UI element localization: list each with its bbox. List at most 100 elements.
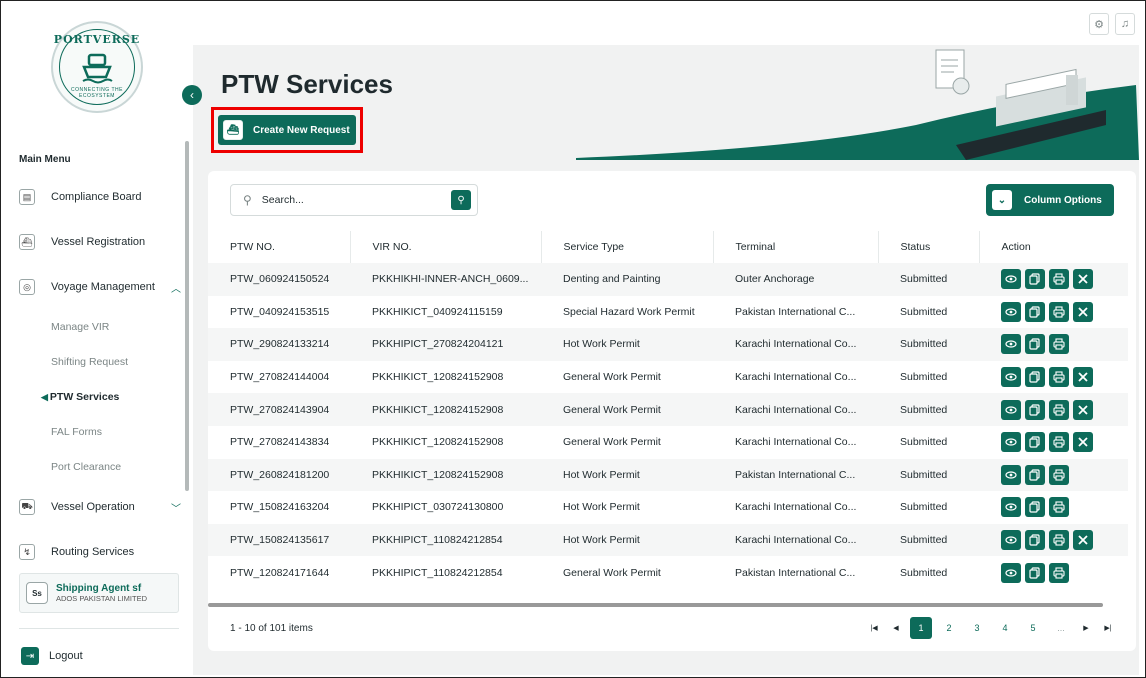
- last-page-icon[interactable]: ▶|: [1100, 617, 1116, 639]
- print-icon[interactable]: [1049, 432, 1069, 453]
- column-header-status[interactable]: Status: [878, 231, 980, 263]
- sidebar-subitem-manage-vir[interactable]: Manage VIR: [51, 321, 109, 333]
- next-page-icon[interactable]: ▶: [1078, 617, 1094, 639]
- column-header-service-type[interactable]: Service Type: [541, 231, 714, 263]
- sidebar-subitem-port-clearance[interactable]: Port Clearance: [51, 461, 121, 473]
- logout-button[interactable]: ⇥ Logout: [21, 647, 83, 665]
- copy-document-icon[interactable]: [1025, 464, 1045, 485]
- table-horizontal-scrollbar[interactable]: [208, 603, 1103, 607]
- print-icon[interactable]: [1049, 367, 1069, 388]
- agent-avatar: Ss: [26, 582, 48, 604]
- cancel-close-icon[interactable]: [1073, 269, 1093, 290]
- print-icon[interactable]: [1049, 497, 1069, 518]
- page-button-3[interactable]: 3: [966, 617, 988, 639]
- clipboard-icon: ▤: [19, 189, 35, 205]
- service-type-cell: Hot Work Permit: [541, 523, 713, 557]
- sidebar-item-compliance-board[interactable]: ▤ Compliance Board: [19, 184, 181, 210]
- table-row[interactable]: PTW_150824163204 PKKHIPICT_030724130800 Ho…: [208, 491, 1128, 524]
- column-header-vir-no[interactable]: VIR NO.: [350, 231, 542, 263]
- table-row[interactable]: PTW_260824181200 PKKHIKICT_120824152908 Ho…: [208, 458, 1128, 492]
- view-eye-icon[interactable]: [1001, 530, 1021, 551]
- search-submit-button[interactable]: ⚲: [451, 190, 471, 210]
- sidebar-subitem-ptw-services[interactable]: ◀ PTW Services: [41, 391, 119, 403]
- copy-document-icon[interactable]: [1025, 367, 1045, 388]
- row-actions: [1001, 399, 1128, 420]
- view-eye-icon[interactable]: [1001, 399, 1021, 420]
- table-row[interactable]: PTW_040924153515 PKKHIKICT_040924115159 Sp…: [208, 296, 1128, 329]
- cancel-close-icon[interactable]: [1073, 367, 1093, 388]
- cancel-close-icon[interactable]: [1073, 301, 1093, 322]
- ptw-no-cell: PTW_120824171644: [230, 566, 330, 579]
- table-row[interactable]: PTW_150824135617 PKKHIPICT_110824212854 Ho…: [208, 523, 1128, 557]
- table-row[interactable]: PTW_120824171644 PKKHIPICT_110824212854 Ge…: [208, 556, 1128, 589]
- sidebar-item-routing-services[interactable]: ↯ Routing Services: [19, 539, 181, 565]
- settings-gear-icon[interactable]: ⚙: [1089, 13, 1109, 35]
- column-header-ptw-no[interactable]: PTW NO.: [208, 231, 351, 263]
- cancel-close-icon[interactable]: [1073, 399, 1093, 420]
- copy-document-icon[interactable]: [1025, 269, 1045, 290]
- notification-bell-icon[interactable]: ♫: [1115, 13, 1135, 35]
- chevron-up-icon: ︿: [171, 283, 181, 295]
- service-type-cell: Hot Work Permit: [563, 501, 640, 514]
- copy-document-icon[interactable]: [1025, 530, 1045, 551]
- view-eye-icon[interactable]: [1001, 367, 1021, 388]
- sidebar-item-vessel-operation[interactable]: ⛟ Vessel Operation ﹀: [19, 494, 181, 520]
- portverse-logo[interactable]: PORTVERSE CONNECTING THE ECOSYSTEM: [51, 21, 143, 113]
- table-row[interactable]: PTW_060924150524 PKKHIKHI-INNER-ANCH_0609…: [208, 263, 1128, 296]
- table-row[interactable]: PTW_290824133214 PKKHIPICT_270824204121 Ho…: [208, 328, 1128, 361]
- service-type-cell: General Work Permit: [563, 371, 661, 384]
- table-header-row: PTW NO. VIR NO. Service Type Terminal St…: [208, 231, 1128, 263]
- view-eye-icon[interactable]: [1001, 432, 1021, 453]
- copy-document-icon[interactable]: [1025, 497, 1045, 518]
- copy-document-icon[interactable]: [1025, 301, 1045, 322]
- cancel-close-icon[interactable]: [1073, 530, 1093, 551]
- page-button-1[interactable]: 1: [910, 617, 932, 639]
- terminal-cell: Karachi International Co...: [735, 371, 857, 384]
- page-ellipsis[interactable]: ...: [1050, 617, 1072, 639]
- ptw-no-cell: PTW_270824143904: [208, 393, 350, 426]
- sidebar-subitem-fal-forms[interactable]: FAL Forms: [51, 426, 102, 438]
- table-row[interactable]: PTW_270824144004 PKKHIKICT_120824152908 Ge…: [208, 361, 1128, 394]
- table-row[interactable]: PTW_270824143834 PKKHIKICT_120824152908 Ge…: [208, 426, 1128, 459]
- view-eye-icon[interactable]: [1001, 497, 1021, 518]
- status-cell: Submitted: [878, 263, 979, 296]
- page-button-4[interactable]: 4: [994, 617, 1016, 639]
- view-eye-icon[interactable]: [1001, 301, 1021, 322]
- print-icon[interactable]: [1049, 562, 1069, 583]
- sidebar-item-voyage-management[interactable]: ◎ Voyage Management ︿: [19, 274, 181, 300]
- view-eye-icon[interactable]: [1001, 334, 1021, 355]
- print-icon[interactable]: [1049, 464, 1069, 485]
- create-new-request-button[interactable]: ⛴ Create New Request: [218, 115, 356, 145]
- view-eye-icon[interactable]: [1001, 269, 1021, 290]
- view-eye-icon[interactable]: [1001, 562, 1021, 583]
- copy-document-icon[interactable]: [1025, 562, 1045, 583]
- cancel-close-icon[interactable]: [1073, 432, 1093, 453]
- copy-document-icon[interactable]: [1025, 334, 1045, 355]
- service-type-cell: Hot Work Permit: [541, 458, 713, 492]
- sidebar-item-vessel-registration[interactable]: ⛴ Vessel Registration: [19, 229, 181, 255]
- column-header-action: Action: [1001, 241, 1031, 253]
- column-header-terminal[interactable]: Terminal: [713, 231, 879, 263]
- copy-document-icon[interactable]: [1025, 432, 1045, 453]
- print-icon[interactable]: [1049, 530, 1069, 551]
- page-button-2[interactable]: 2: [938, 617, 960, 639]
- sidebar-scrollbar[interactable]: [185, 141, 189, 491]
- active-indicator-icon: ◀: [41, 392, 48, 402]
- sidebar-subitem-shifting-request[interactable]: Shifting Request: [51, 356, 128, 368]
- column-options-button[interactable]: ⌄ Column Options: [986, 184, 1114, 216]
- print-icon[interactable]: [1049, 301, 1069, 322]
- print-icon[interactable]: [1049, 334, 1069, 355]
- print-icon[interactable]: [1049, 399, 1069, 420]
- page-button-5[interactable]: 5: [1022, 617, 1044, 639]
- copy-document-icon[interactable]: [1025, 399, 1045, 420]
- sidebar-collapse-button[interactable]: ‹: [182, 85, 202, 105]
- action-cell: [979, 491, 1128, 524]
- previous-page-icon[interactable]: ◀: [888, 617, 904, 639]
- pagination: |◀ ◀ 1 2 3 4 5 ... ▶ ▶|: [866, 617, 1116, 639]
- table-row[interactable]: PTW_270824143904 PKKHIKICT_120824152908 Ge…: [208, 393, 1128, 426]
- print-icon[interactable]: [1049, 269, 1069, 290]
- agent-profile-card[interactable]: Ss Shipping Agent sf ADOS PAKISTAN LIMIT…: [19, 573, 179, 613]
- first-page-icon[interactable]: |◀: [866, 617, 882, 639]
- view-eye-icon[interactable]: [1001, 464, 1021, 485]
- search-input[interactable]: [261, 194, 432, 206]
